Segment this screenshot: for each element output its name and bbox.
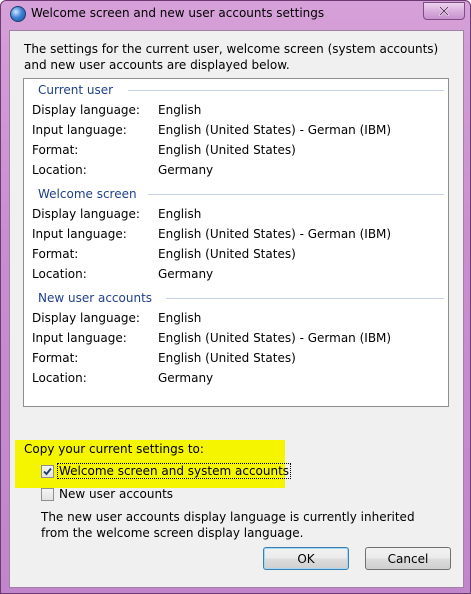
new-user-accounts-checkbox[interactable]: [41, 487, 54, 501]
row-label: Input language:: [32, 331, 127, 345]
row-value: English (United States): [158, 247, 296, 261]
row-label: Format:: [32, 247, 79, 261]
row-label: Display language:: [32, 103, 140, 117]
settings-summary-panel: Current user Display language: English I…: [23, 78, 449, 407]
title-bar[interactable]: Welcome screen and new user accounts set…: [1, 1, 470, 28]
row-value: Germany: [158, 267, 214, 281]
row-label: Input language:: [32, 123, 127, 137]
row-label: Input language:: [32, 227, 127, 241]
globe-icon: [10, 6, 26, 22]
welcome-screen-checkbox[interactable]: [41, 464, 54, 478]
welcome-screen-checkbox-label[interactable]: Welcome screen and system accounts: [56, 463, 292, 479]
close-icon: [438, 6, 450, 16]
row-label: Location:: [32, 371, 87, 385]
row-label: Format:: [32, 351, 79, 365]
section-divider: [148, 194, 444, 195]
checkmark-icon: [43, 467, 52, 475]
dialog-client-area: The settings for the current user, welco…: [9, 30, 464, 588]
cancel-button[interactable]: Cancel: [365, 547, 451, 570]
row-value: English: [158, 311, 202, 325]
row-label: Location:: [32, 163, 87, 177]
row-value: Germany: [158, 371, 214, 385]
ok-button[interactable]: OK: [263, 547, 349, 570]
intro-text: The settings for the current user, welco…: [24, 42, 439, 72]
new-user-accounts-checkbox-label[interactable]: New user accounts: [58, 487, 174, 501]
section-header-welcome-screen: Welcome screen: [38, 187, 137, 201]
close-button[interactable]: [423, 2, 465, 20]
row-label: Format:: [32, 143, 79, 157]
row-value: English: [158, 103, 202, 117]
row-value: Germany: [158, 163, 214, 177]
welcome-screen-checkbox-row[interactable]: Welcome screen and system accounts: [41, 463, 292, 479]
row-value: English (United States) - German (IBM): [158, 123, 392, 137]
row-label: Location:: [32, 267, 87, 281]
row-value: English (United States): [158, 351, 296, 365]
inheritance-note: The new user accounts display language i…: [41, 510, 415, 540]
row-label: Display language:: [32, 207, 140, 221]
row-value: English (United States) - German (IBM): [158, 331, 392, 345]
row-label: Display language:: [32, 311, 140, 325]
section-header-current-user: Current user: [38, 83, 114, 97]
section-divider: [166, 298, 444, 299]
row-value: English: [158, 207, 202, 221]
copy-settings-label: Copy your current settings to:: [24, 442, 204, 456]
section-divider: [128, 90, 444, 91]
dialog-window: Welcome screen and new user accounts set…: [0, 0, 471, 594]
row-value: English (United States) - German (IBM): [158, 227, 392, 241]
new-user-checkbox-row[interactable]: New user accounts: [41, 487, 174, 501]
section-header-new-user-accounts: New user accounts: [38, 291, 153, 305]
window-title: Welcome screen and new user accounts set…: [31, 6, 325, 20]
row-value: English (United States): [158, 143, 296, 157]
